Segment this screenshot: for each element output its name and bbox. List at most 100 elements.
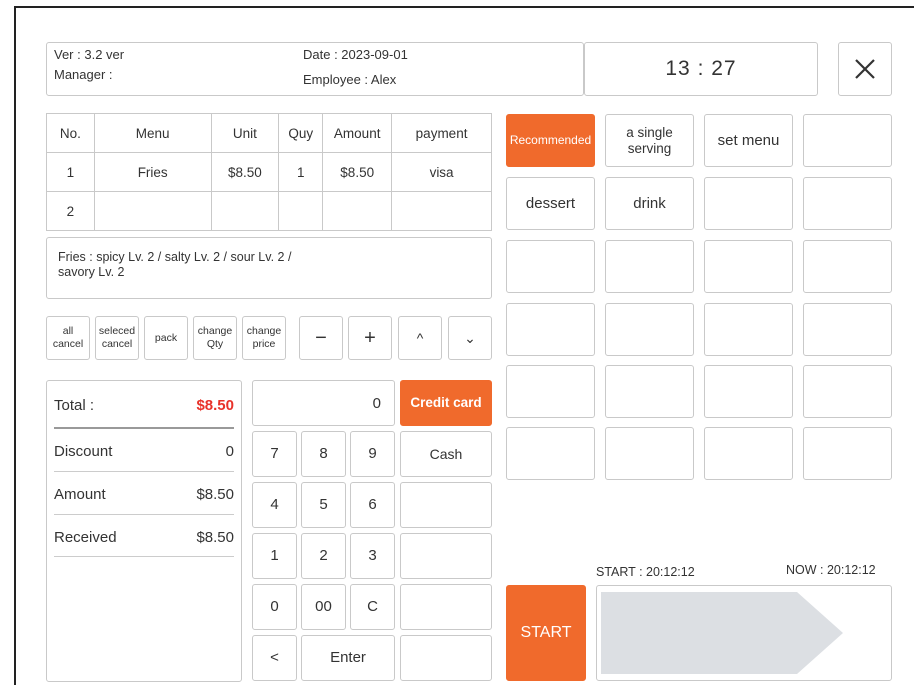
keypad-display-value: 0 [372, 394, 381, 412]
col-header-unit: Unit [210, 113, 280, 153]
options-line-1: Fries : spicy Lv. 2 / salty Lv. 2 / sour… [58, 250, 292, 264]
change-qty-button[interactable]: change Qty [193, 316, 237, 360]
category-slot[interactable] [605, 303, 694, 356]
up-arrow-button[interactable]: ^ [398, 316, 442, 360]
key-0[interactable]: 0 [252, 584, 297, 630]
discount-row: Discount 0 [54, 443, 234, 460]
cell-no: 2 [46, 191, 95, 231]
credit-card-button[interactable]: Credit card [400, 380, 492, 426]
cell-menu: Fries [93, 152, 212, 192]
single-serving-label-2: serving [627, 140, 672, 156]
cell-amount: $8.50 [322, 152, 393, 192]
all-cancel-label-1: all [62, 325, 74, 338]
minus-button[interactable]: − [299, 316, 343, 360]
key-9[interactable]: 9 [350, 431, 395, 477]
key-4[interactable]: 4 [252, 482, 297, 528]
category-slot[interactable] [605, 427, 694, 480]
table-row[interactable]: 1 Fries $8.50 1 $8.50 visa [46, 152, 492, 192]
change-price-label-1: change [246, 325, 282, 338]
table-header-row: No. Menu Unit Quy Amount payment [46, 113, 492, 153]
cell-qty [278, 191, 324, 231]
table-row[interactable]: 2 [46, 191, 492, 231]
order-table: No. Menu Unit Quy Amount payment 1 Fries… [46, 113, 492, 231]
change-price-button[interactable]: change price [242, 316, 286, 360]
category-slot[interactable] [506, 365, 595, 418]
payment-slot-5[interactable] [400, 584, 492, 630]
discount-divider [54, 471, 234, 472]
category-slot[interactable] [803, 177, 892, 230]
category-slot[interactable] [605, 240, 694, 293]
backspace-button[interactable]: < [252, 635, 297, 681]
category-slot[interactable] [704, 303, 793, 356]
clock-panel: 13 : 27 [584, 42, 818, 96]
all-cancel-button[interactable]: all cancel [46, 316, 90, 360]
key-clear[interactable]: C [350, 584, 395, 630]
key-5[interactable]: 5 [301, 482, 346, 528]
total-row: Total : $8.50 [54, 397, 234, 414]
category-slot[interactable] [803, 114, 892, 167]
cell-payment [391, 191, 492, 231]
selected-cancel-button[interactable]: seleced cancel [95, 316, 139, 360]
key-1[interactable]: 1 [252, 533, 297, 579]
cell-unit: $8.50 [210, 152, 280, 192]
col-header-qty: Quy [278, 113, 324, 153]
amount-row: Amount $8.50 [54, 486, 234, 503]
category-slot[interactable] [803, 303, 892, 356]
category-slot[interactable] [506, 303, 595, 356]
key-3[interactable]: 3 [350, 533, 395, 579]
category-set-menu[interactable]: set menu [704, 114, 793, 167]
received-divider [54, 556, 234, 557]
category-dessert[interactable]: dessert [506, 177, 595, 230]
keypad-display[interactable]: 0 [252, 380, 395, 426]
pack-button[interactable]: pack [144, 316, 188, 360]
received-label: Received [54, 529, 117, 546]
category-slot[interactable] [605, 365, 694, 418]
key-7[interactable]: 7 [252, 431, 297, 477]
progress-arrow-icon [601, 592, 843, 674]
start-button[interactable]: START [506, 585, 586, 681]
selected-cancel-label-2: cancel [101, 338, 133, 350]
manager-label: Manager : [54, 67, 113, 82]
payment-slot-3[interactable] [400, 482, 492, 528]
category-slot[interactable] [704, 427, 793, 480]
category-slot[interactable] [704, 240, 793, 293]
cell-payment: visa [391, 152, 492, 192]
now-time-label: NOW : 20:12:12 [786, 563, 876, 577]
col-header-menu: Menu [93, 113, 212, 153]
cash-button[interactable]: Cash [400, 431, 492, 477]
payment-slot-6[interactable] [400, 635, 492, 681]
close-button[interactable] [838, 42, 892, 96]
category-slot[interactable] [803, 365, 892, 418]
plus-button[interactable]: + [348, 316, 392, 360]
col-header-payment: payment [391, 113, 492, 153]
close-icon [855, 59, 875, 79]
category-slot[interactable] [803, 427, 892, 480]
change-price-label-2: price [252, 338, 276, 350]
category-slot[interactable] [506, 427, 595, 480]
key-2[interactable]: 2 [301, 533, 346, 579]
date-label: Date : 2023-09-01 [303, 47, 408, 62]
category-drink[interactable]: drink [605, 177, 694, 230]
enter-button[interactable]: Enter [301, 635, 395, 681]
key-00[interactable]: 00 [301, 584, 346, 630]
amount-divider [54, 514, 234, 515]
col-header-amount: Amount [322, 113, 393, 153]
key-6[interactable]: 6 [350, 482, 395, 528]
down-arrow-button[interactable]: ⌄ [448, 316, 492, 360]
category-slot[interactable] [803, 240, 892, 293]
version-label: Ver : 3.2 ver [54, 47, 125, 62]
category-slot[interactable] [704, 177, 793, 230]
category-slot[interactable] [506, 240, 595, 293]
col-header-no: No. [46, 113, 95, 153]
total-divider [54, 427, 234, 429]
total-label: Total : [54, 397, 95, 414]
category-recommended[interactable]: Recommended [506, 114, 595, 167]
category-single-serving[interactable]: a single serving [605, 114, 694, 167]
employee-label: Employee : Alex [303, 72, 397, 87]
amount-value: $8.50 [196, 486, 234, 503]
key-8[interactable]: 8 [301, 431, 346, 477]
cell-qty: 1 [278, 152, 324, 192]
payment-slot-4[interactable] [400, 533, 492, 579]
selected-cancel-label-1: seleced [98, 325, 136, 338]
category-slot[interactable] [704, 365, 793, 418]
